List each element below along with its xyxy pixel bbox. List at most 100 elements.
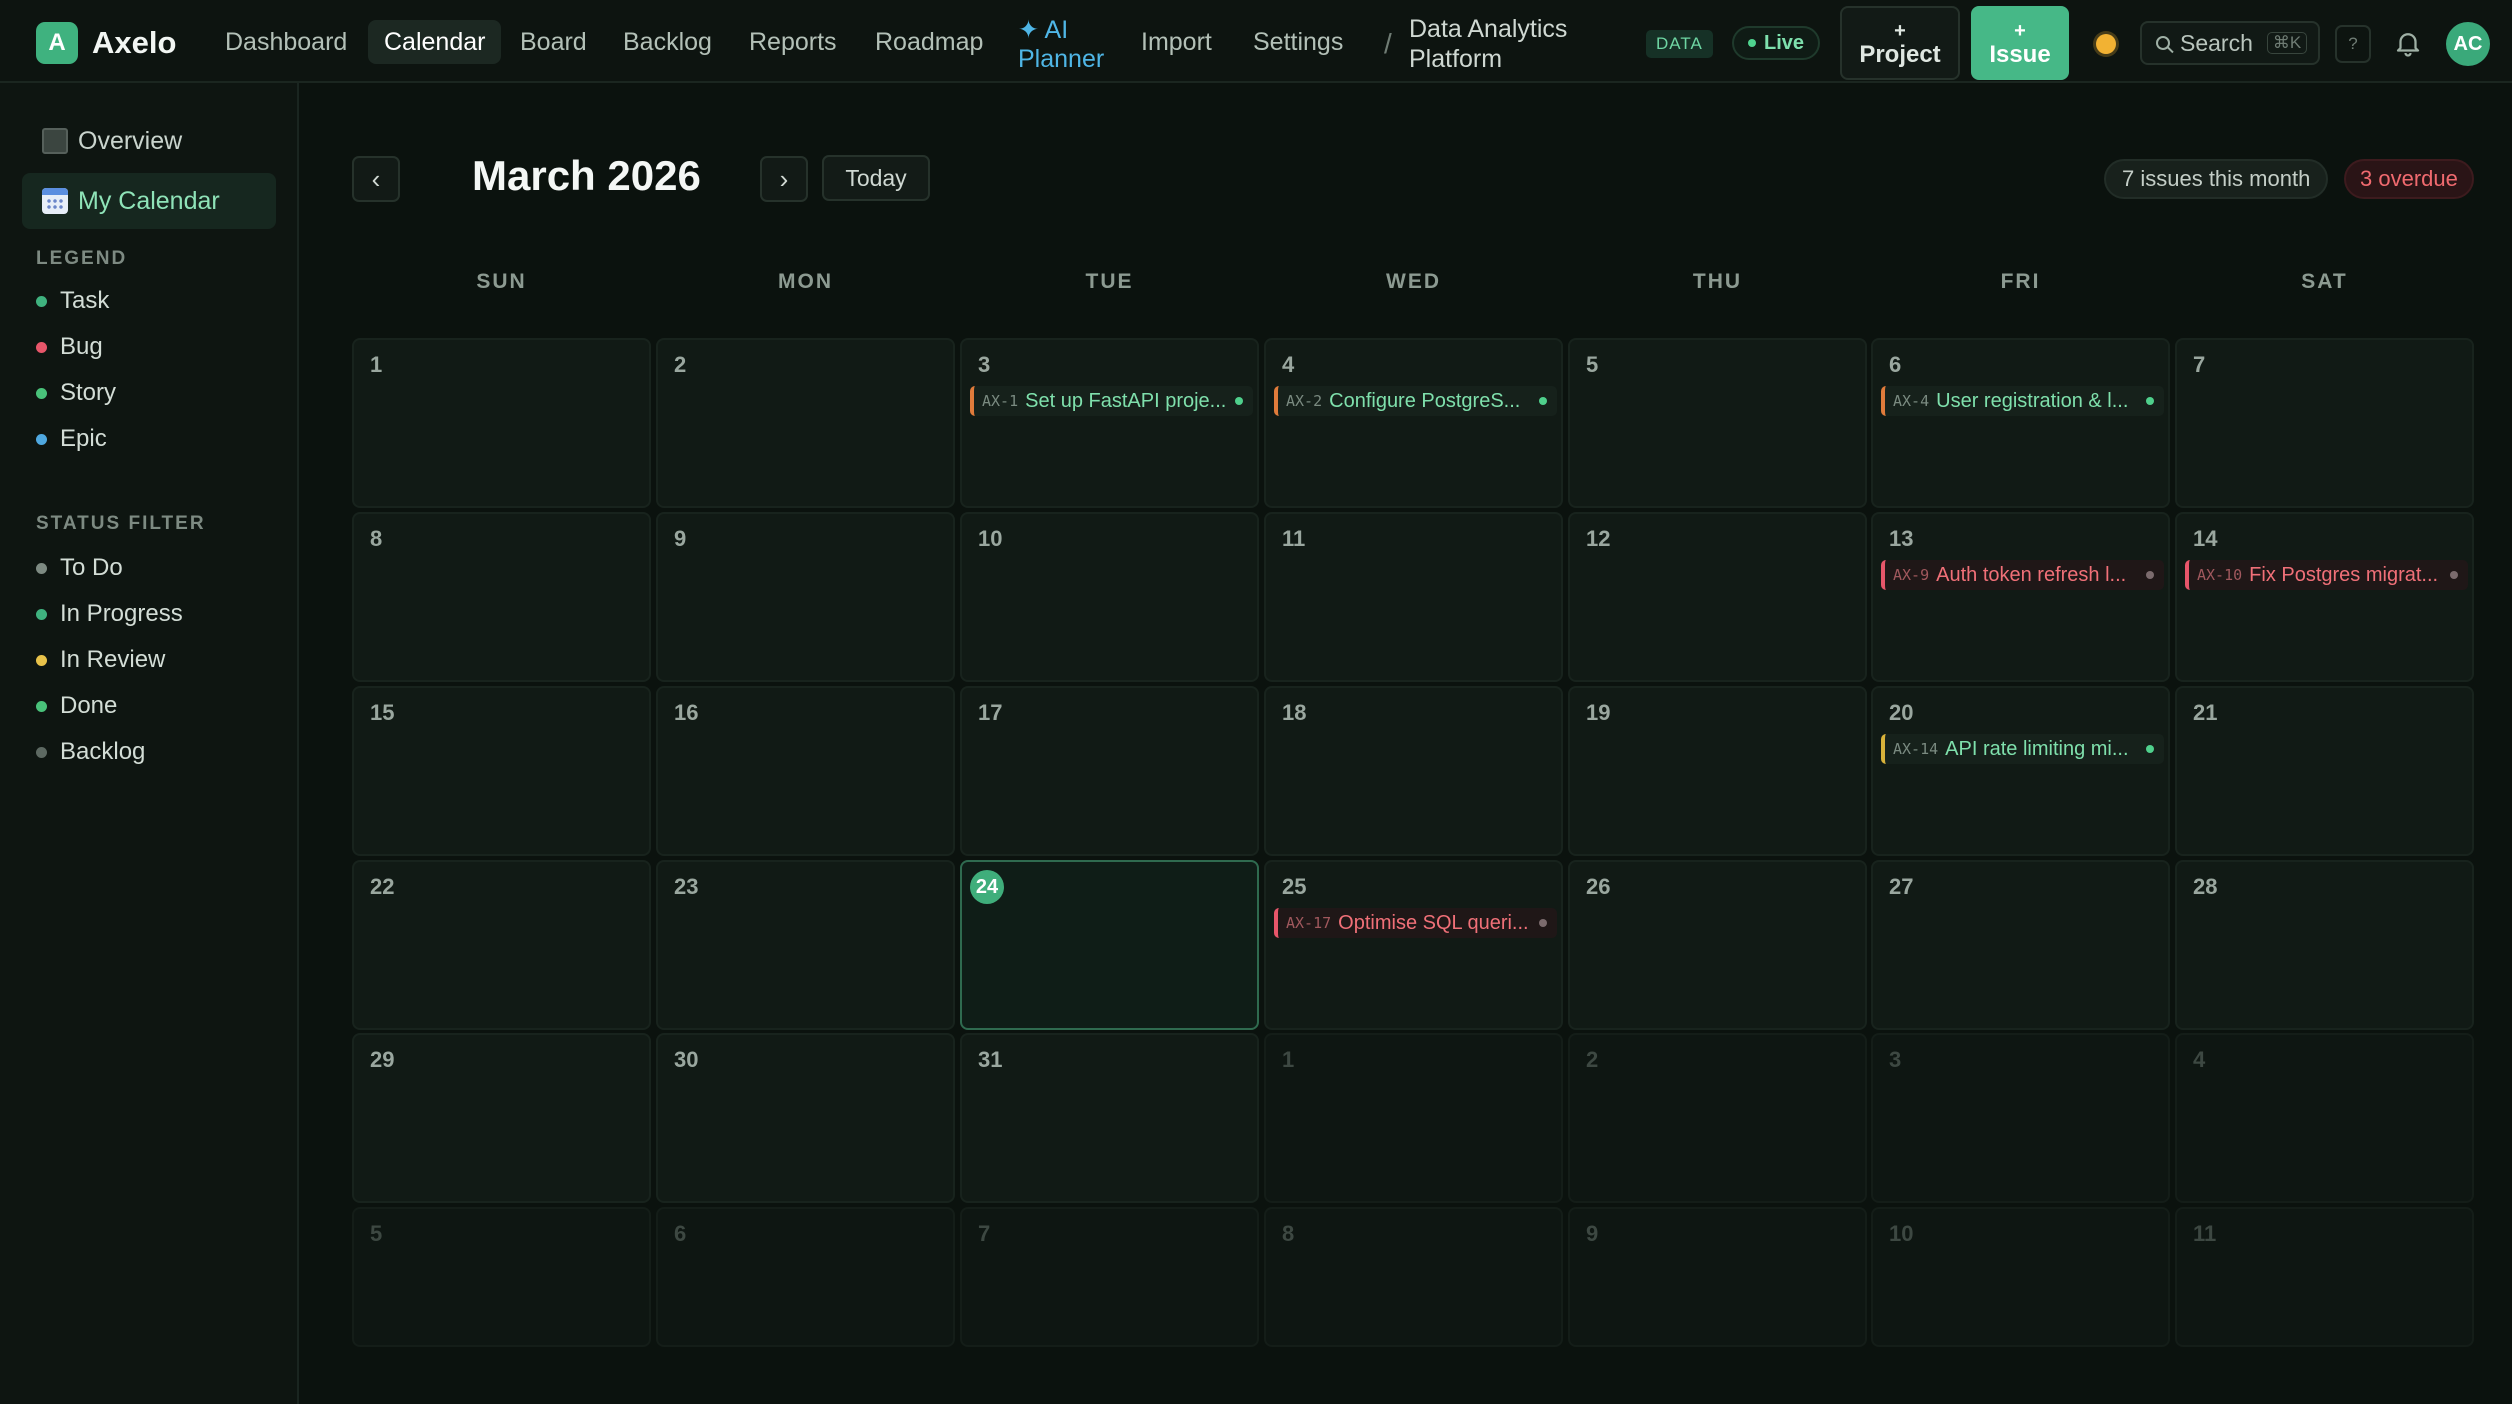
calendar-day[interactable]: 5: [352, 1207, 651, 1347]
prev-month-button[interactable]: ‹: [352, 156, 400, 202]
calendar-day[interactable]: 26: [1568, 860, 1867, 1030]
legend-item-epic[interactable]: Epic: [36, 425, 107, 453]
status-filter-label: In Progress: [60, 600, 183, 627]
help-button[interactable]: ?: [2335, 25, 2371, 63]
overdue-count-badge[interactable]: 3 overdue: [2344, 159, 2474, 199]
status-filter-done[interactable]: Done: [36, 692, 117, 720]
calendar-day[interactable]: 22: [352, 860, 651, 1030]
issue-chip[interactable]: AX-14 API rate limiting mi...: [1881, 734, 2164, 764]
status-filter-backlog[interactable]: Backlog: [36, 738, 145, 766]
calendar-day[interactable]: 15: [352, 686, 651, 856]
calendar-day[interactable]: 21: [2175, 686, 2474, 856]
calendar-day[interactable]: 7: [960, 1207, 1259, 1347]
next-month-button[interactable]: ›: [760, 156, 808, 202]
day-number: 8: [370, 526, 383, 551]
nav-ai-planner[interactable]: ✦ AI Planner: [1018, 16, 1128, 74]
nav-settings[interactable]: Settings: [1253, 20, 1343, 64]
calendar-day[interactable]: 31: [960, 1033, 1259, 1203]
day-number: 6: [674, 1221, 687, 1246]
calendar-day[interactable]: 8: [352, 512, 651, 682]
day-number: 9: [674, 526, 687, 551]
calendar-day[interactable]: 10: [960, 512, 1259, 682]
theme-toggle-button[interactable]: [2084, 24, 2128, 64]
issue-chip[interactable]: AX-17 Optimise SQL queri...: [1274, 908, 1557, 938]
day-number: 10: [1889, 1221, 1914, 1246]
live-dot-icon: [1748, 39, 1756, 47]
nav-dashboard[interactable]: Dashboard: [225, 20, 347, 64]
new-issue-button[interactable]: + Issue: [1971, 6, 2069, 80]
legend-item-story[interactable]: Story: [36, 379, 116, 407]
calendar-day[interactable]: 9: [1568, 1207, 1867, 1347]
issue-key: AX-2: [1286, 392, 1323, 410]
sidebar-item-overview[interactable]: Overview: [22, 113, 276, 169]
dot-icon: [36, 654, 47, 666]
nav-backlog[interactable]: Backlog: [623, 20, 712, 64]
status-filter-in-review[interactable]: In Review: [36, 646, 165, 674]
app-logo[interactable]: A Axelo: [36, 22, 176, 64]
calendar-day-today[interactable]: 24: [960, 860, 1259, 1030]
sidebar-item-label: My Calendar: [78, 186, 220, 215]
calendar-day[interactable]: 4: [2175, 1033, 2474, 1203]
calendar-day[interactable]: 23: [656, 860, 955, 1030]
calendar-day[interactable]: 19: [1568, 686, 1867, 856]
calendar-day[interactable]: 12: [1568, 512, 1867, 682]
nav-reports[interactable]: Reports: [749, 20, 837, 64]
legend-item-task[interactable]: Task: [36, 287, 109, 315]
calendar-day[interactable]: 2: [656, 338, 955, 508]
issue-chip[interactable]: AX-4 User registration & l...: [1881, 386, 2164, 416]
status-filter-to-do[interactable]: To Do: [36, 554, 123, 582]
calendar-day[interactable]: 25 AX-17 Optimise SQL queri...: [1264, 860, 1563, 1030]
calendar-day[interactable]: 10: [1871, 1207, 2170, 1347]
calendar-day[interactable]: 6: [656, 1207, 955, 1347]
logo-mark: A: [36, 22, 78, 64]
calendar-day[interactable]: 11: [1264, 512, 1563, 682]
nav-import[interactable]: Import: [1141, 20, 1212, 64]
issue-chip[interactable]: AX-2 Configure PostgreS...: [1274, 386, 1557, 416]
calendar-day[interactable]: 2: [1568, 1033, 1867, 1203]
search-icon: [2156, 36, 2170, 50]
status-filter-in-progress[interactable]: In Progress: [36, 600, 183, 628]
day-number: 7: [978, 1221, 991, 1246]
calendar-day[interactable]: 16: [656, 686, 955, 856]
calendar-day[interactable]: 5: [1568, 338, 1867, 508]
project-name[interactable]: Data Analytics Platform: [1409, 14, 1609, 74]
new-project-button[interactable]: + Project: [1840, 6, 1960, 80]
calendar-day[interactable]: 9: [656, 512, 955, 682]
calendar-day[interactable]: 28: [2175, 860, 2474, 1030]
calendar-day[interactable]: 8: [1264, 1207, 1563, 1347]
nav-calendar[interactable]: Calendar: [368, 20, 502, 64]
day-number: 15: [370, 700, 395, 725]
calendar-day[interactable]: 3: [1871, 1033, 2170, 1203]
issue-chip[interactable]: AX-1 Set up FastAPI proje...: [970, 386, 1253, 416]
today-button[interactable]: Today: [822, 155, 930, 201]
status-dot-icon: [1235, 397, 1243, 405]
calendar-day[interactable]: 7: [2175, 338, 2474, 508]
issue-chip[interactable]: AX-10 Fix Postgres migrat...: [2185, 560, 2468, 590]
calendar-day[interactable]: 29: [352, 1033, 651, 1203]
calendar-day[interactable]: 27: [1871, 860, 2170, 1030]
new-issue-label: Issue: [1989, 41, 2051, 68]
search-button[interactable]: Search ⌘K: [2140, 21, 2320, 65]
calendar-day[interactable]: 17: [960, 686, 1259, 856]
nav-board[interactable]: Board: [520, 20, 587, 64]
calendar-icon: [42, 188, 68, 214]
calendar-day[interactable]: 6 AX-4 User registration & l...: [1871, 338, 2170, 508]
calendar-day[interactable]: 11: [2175, 1207, 2474, 1347]
bell-icon[interactable]: [2393, 27, 2423, 59]
nav-roadmap[interactable]: Roadmap: [875, 20, 983, 64]
calendar-day[interactable]: 3 AX-1 Set up FastAPI proje...: [960, 338, 1259, 508]
sidebar-item-my-calendar[interactable]: My Calendar: [22, 173, 276, 229]
issue-chip[interactable]: AX-9 Auth token refresh l...: [1881, 560, 2164, 590]
calendar-day[interactable]: 20 AX-14 API rate limiting mi...: [1871, 686, 2170, 856]
issue-key: AX-9: [1893, 566, 1930, 584]
calendar-day[interactable]: 14 AX-10 Fix Postgres migrat...: [2175, 512, 2474, 682]
calendar-day[interactable]: 1: [1264, 1033, 1563, 1203]
calendar-day[interactable]: 18: [1264, 686, 1563, 856]
calendar-day[interactable]: 4 AX-2 Configure PostgreS...: [1264, 338, 1563, 508]
calendar-day[interactable]: 13 AX-9 Auth token refresh l...: [1871, 512, 2170, 682]
calendar-day[interactable]: 30: [656, 1033, 955, 1203]
calendar-day[interactable]: 1: [352, 338, 651, 508]
search-shortcut: ⌘K: [2266, 32, 2308, 54]
legend-item-bug[interactable]: Bug: [36, 333, 103, 361]
user-avatar[interactable]: AC: [2446, 22, 2490, 66]
